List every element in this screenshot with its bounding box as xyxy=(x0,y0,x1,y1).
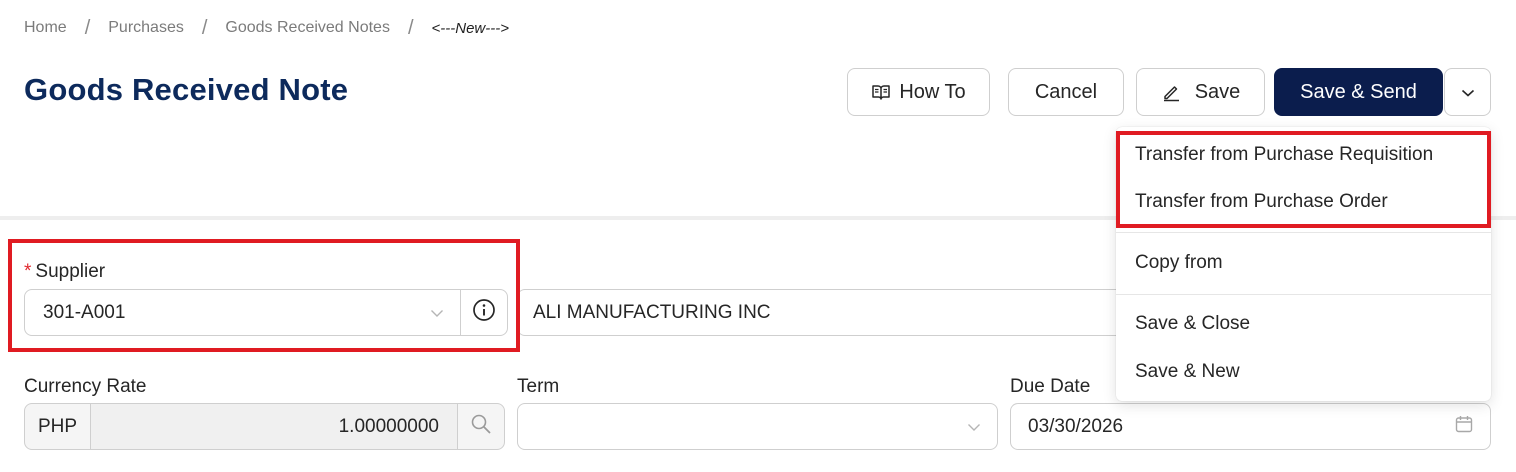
page-title: Goods Received Note xyxy=(24,72,349,107)
chevron-down-icon xyxy=(967,416,981,438)
pencil-icon xyxy=(1161,82,1181,102)
supplier-label-text: Supplier xyxy=(35,261,106,282)
menu-item-transfer-from-purchase-requisition[interactable]: Transfer from Purchase Requisition xyxy=(1135,144,1433,166)
due-date-field[interactable]: 03/30/2026 xyxy=(1010,403,1491,450)
how-to-label: How To xyxy=(899,80,966,103)
save-button[interactable]: Save xyxy=(1136,68,1265,116)
chevron-down-icon xyxy=(430,302,444,324)
currency-rate-value: 1.00000000 xyxy=(338,415,439,437)
book-icon xyxy=(871,83,891,101)
supplier-name-value: ALI MANUFACTURING INC xyxy=(533,301,771,323)
required-indicator: * xyxy=(24,261,32,282)
search-icon xyxy=(470,413,492,441)
save-options-menu: Transfer from Purchase Requisition Trans… xyxy=(1116,127,1491,401)
currency-search-button[interactable] xyxy=(457,403,505,450)
menu-divider xyxy=(1116,232,1491,233)
term-select[interactable] xyxy=(517,403,998,450)
save-and-send-button[interactable]: Save & Send xyxy=(1274,68,1443,116)
menu-item-save-and-close[interactable]: Save & Close xyxy=(1135,313,1250,335)
supplier-name-field[interactable]: ALI MANUFACTURING INC xyxy=(517,289,1137,336)
breadcrumb-purchases[interactable]: Purchases xyxy=(108,19,184,37)
chevron-down-icon xyxy=(1461,81,1475,104)
currency-rate-label: Currency Rate xyxy=(24,376,147,397)
currency-code-field: PHP xyxy=(24,403,91,450)
page: Home / Purchases / Goods Received Notes … xyxy=(0,0,1516,472)
supplier-info-button[interactable] xyxy=(460,289,508,336)
currency-code-value: PHP xyxy=(37,415,78,437)
breadcrumb-separator: / xyxy=(84,16,91,39)
due-date-value: 03/30/2026 xyxy=(1028,415,1124,437)
currency-rate-field: 1.00000000 xyxy=(90,403,458,450)
how-to-button[interactable]: How To xyxy=(847,68,990,116)
more-actions-button[interactable] xyxy=(1444,68,1491,116)
menu-item-copy-from[interactable]: Copy from xyxy=(1135,252,1223,274)
cancel-label: Cancel xyxy=(1034,80,1098,103)
menu-item-transfer-from-purchase-order[interactable]: Transfer from Purchase Order xyxy=(1135,191,1388,213)
menu-item-save-and-new[interactable]: Save & New xyxy=(1135,361,1240,383)
cancel-button[interactable]: Cancel xyxy=(1008,68,1124,116)
calendar-icon[interactable] xyxy=(1454,414,1474,440)
menu-divider xyxy=(1116,294,1491,295)
due-date-label: Due Date xyxy=(1010,376,1091,397)
breadcrumb-current: <---New---> xyxy=(431,19,510,37)
save-label: Save xyxy=(1194,80,1241,103)
breadcrumb-separator: / xyxy=(407,16,414,39)
info-icon xyxy=(472,298,496,328)
breadcrumb-home[interactable]: Home xyxy=(24,19,67,37)
breadcrumb-goods-received-notes[interactable]: Goods Received Notes xyxy=(225,19,390,37)
term-label: Term xyxy=(517,376,560,397)
breadcrumb: Home / Purchases / Goods Received Notes … xyxy=(24,16,509,40)
supplier-select[interactable]: 301-A001 xyxy=(24,289,461,336)
save-and-send-label: Save & Send xyxy=(1300,80,1417,103)
supplier-code-value: 301-A001 xyxy=(43,301,126,323)
supplier-label: * Supplier xyxy=(24,261,105,283)
breadcrumb-separator: / xyxy=(201,16,208,39)
